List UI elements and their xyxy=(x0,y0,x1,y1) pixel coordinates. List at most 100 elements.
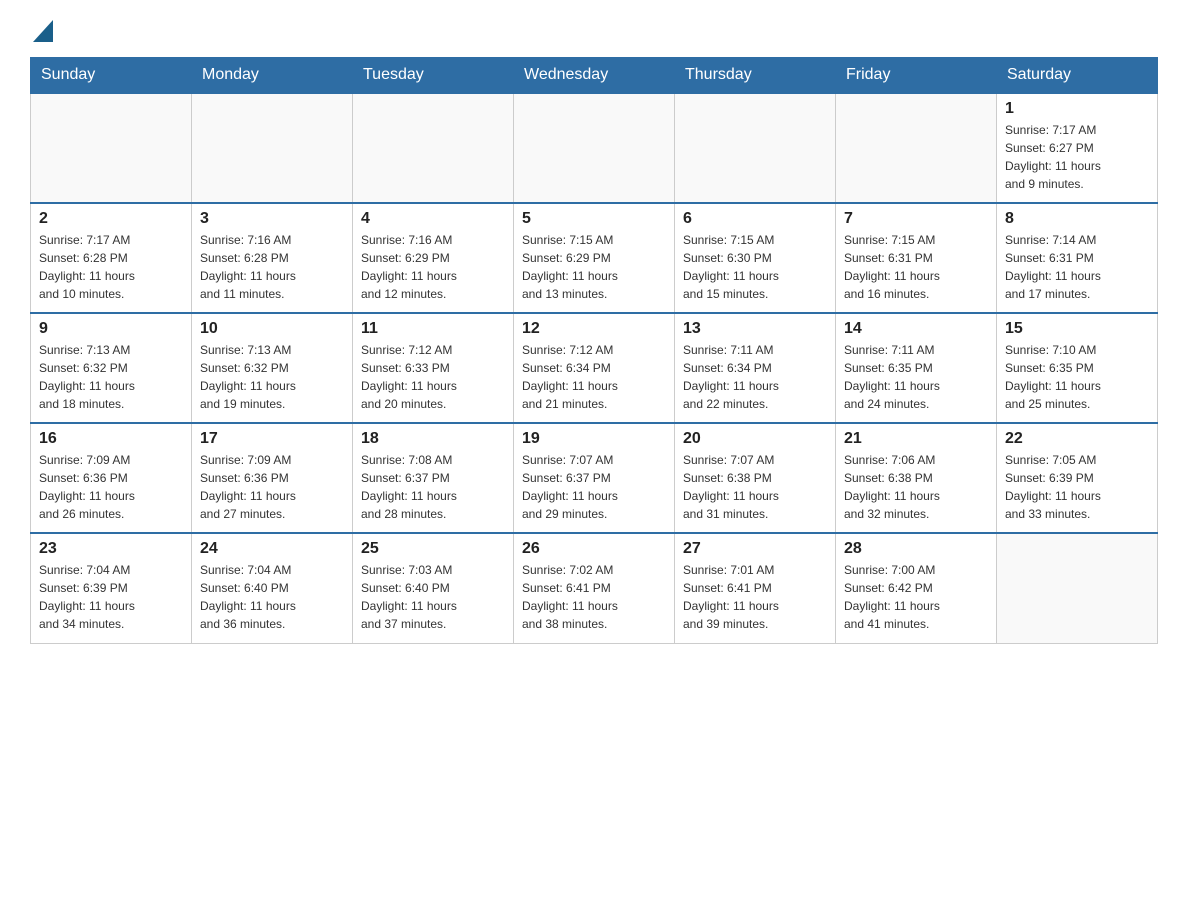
calendar-week-row: 23 Sunrise: 7:04 AM Sunset: 6:39 PM Dayli… xyxy=(31,533,1158,643)
day-info: Sunrise: 7:14 AM Sunset: 6:31 PM Dayligh… xyxy=(1005,231,1149,303)
calendar-cell xyxy=(192,93,353,203)
day-info: Sunrise: 7:03 AM Sunset: 6:40 PM Dayligh… xyxy=(361,561,505,633)
day-info: Sunrise: 7:13 AM Sunset: 6:32 PM Dayligh… xyxy=(39,341,183,413)
day-header-saturday: Saturday xyxy=(997,58,1158,94)
calendar-cell: 7 Sunrise: 7:15 AM Sunset: 6:31 PM Daylig… xyxy=(836,203,997,313)
calendar-cell: 23 Sunrise: 7:04 AM Sunset: 6:39 PM Dayli… xyxy=(31,533,192,643)
day-info: Sunrise: 7:04 AM Sunset: 6:40 PM Dayligh… xyxy=(200,561,344,633)
day-info: Sunrise: 7:17 AM Sunset: 6:27 PM Dayligh… xyxy=(1005,121,1149,193)
calendar-cell xyxy=(514,93,675,203)
day-info: Sunrise: 7:09 AM Sunset: 6:36 PM Dayligh… xyxy=(39,451,183,523)
calendar-cell: 17Sunrise: 7:09 AM Sunset: 6:36 PM Dayli… xyxy=(192,423,353,533)
calendar-cell: 25 Sunrise: 7:03 AM Sunset: 6:40 PM Dayli… xyxy=(353,533,514,643)
day-info: Sunrise: 7:12 AM Sunset: 6:33 PM Dayligh… xyxy=(361,341,505,413)
calendar-header-row: SundayMondayTuesdayWednesdayThursdayFrid… xyxy=(31,58,1158,94)
day-info: Sunrise: 7:13 AM Sunset: 6:32 PM Dayligh… xyxy=(200,341,344,413)
calendar-cell: 21 Sunrise: 7:06 AM Sunset: 6:38 PM Dayli… xyxy=(836,423,997,533)
calendar-cell: 24 Sunrise: 7:04 AM Sunset: 6:40 PM Dayli… xyxy=(192,533,353,643)
calendar-cell: 12 Sunrise: 7:12 AM Sunset: 6:34 PM Dayli… xyxy=(514,313,675,423)
calendar-week-row: 1 Sunrise: 7:17 AM Sunset: 6:27 PM Daylig… xyxy=(31,93,1158,203)
day-number: 21 xyxy=(844,430,988,448)
day-info: Sunrise: 7:04 AM Sunset: 6:39 PM Dayligh… xyxy=(39,561,183,633)
day-number: 26 xyxy=(522,540,666,558)
calendar-cell: 5 Sunrise: 7:15 AM Sunset: 6:29 PM Daylig… xyxy=(514,203,675,313)
calendar-cell: 11 Sunrise: 7:12 AM Sunset: 6:33 PM Dayli… xyxy=(353,313,514,423)
calendar-cell: 26 Sunrise: 7:02 AM Sunset: 6:41 PM Dayli… xyxy=(514,533,675,643)
calendar-cell: 9 Sunrise: 7:13 AM Sunset: 6:32 PM Daylig… xyxy=(31,313,192,423)
calendar-week-row: 2Sunrise: 7:17 AM Sunset: 6:28 PM Daylig… xyxy=(31,203,1158,313)
day-number: 15 xyxy=(1005,320,1149,338)
day-number: 8 xyxy=(1005,210,1149,228)
day-number: 18 xyxy=(361,430,505,448)
calendar-cell: 13 Sunrise: 7:11 AM Sunset: 6:34 PM Dayli… xyxy=(675,313,836,423)
calendar-cell: 18 Sunrise: 7:08 AM Sunset: 6:37 PM Dayli… xyxy=(353,423,514,533)
day-info: Sunrise: 7:06 AM Sunset: 6:38 PM Dayligh… xyxy=(844,451,988,523)
calendar-cell: 4 Sunrise: 7:16 AM Sunset: 6:29 PM Daylig… xyxy=(353,203,514,313)
calendar-cell: 20 Sunrise: 7:07 AM Sunset: 6:38 PM Dayli… xyxy=(675,423,836,533)
calendar-cell: 19 Sunrise: 7:07 AM Sunset: 6:37 PM Dayli… xyxy=(514,423,675,533)
day-info: Sunrise: 7:01 AM Sunset: 6:41 PM Dayligh… xyxy=(683,561,827,633)
calendar-week-row: 9 Sunrise: 7:13 AM Sunset: 6:32 PM Daylig… xyxy=(31,313,1158,423)
calendar-cell: 14 Sunrise: 7:11 AM Sunset: 6:35 PM Dayli… xyxy=(836,313,997,423)
day-number: 6 xyxy=(683,210,827,228)
day-info: Sunrise: 7:15 AM Sunset: 6:29 PM Dayligh… xyxy=(522,231,666,303)
logo xyxy=(30,20,53,47)
calendar-cell: 22 Sunrise: 7:05 AM Sunset: 6:39 PM Dayli… xyxy=(997,423,1158,533)
calendar-cell: 2Sunrise: 7:17 AM Sunset: 6:28 PM Daylig… xyxy=(31,203,192,313)
day-number: 13 xyxy=(683,320,827,338)
calendar-cell: 1 Sunrise: 7:17 AM Sunset: 6:27 PM Daylig… xyxy=(997,93,1158,203)
day-header-friday: Friday xyxy=(836,58,997,94)
day-number: 22 xyxy=(1005,430,1149,448)
day-info: Sunrise: 7:05 AM Sunset: 6:39 PM Dayligh… xyxy=(1005,451,1149,523)
day-number: 10 xyxy=(200,320,344,338)
calendar-cell: 6Sunrise: 7:15 AM Sunset: 6:30 PM Daylig… xyxy=(675,203,836,313)
day-header-wednesday: Wednesday xyxy=(514,58,675,94)
day-number: 19 xyxy=(522,430,666,448)
day-number: 1 xyxy=(1005,100,1149,118)
calendar-cell xyxy=(836,93,997,203)
day-info: Sunrise: 7:08 AM Sunset: 6:37 PM Dayligh… xyxy=(361,451,505,523)
page-header xyxy=(30,20,1158,47)
calendar-cell: 28Sunrise: 7:00 AM Sunset: 6:42 PM Dayli… xyxy=(836,533,997,643)
calendar-cell: 10 Sunrise: 7:13 AM Sunset: 6:32 PM Dayli… xyxy=(192,313,353,423)
day-info: Sunrise: 7:07 AM Sunset: 6:38 PM Dayligh… xyxy=(683,451,827,523)
calendar-table: SundayMondayTuesdayWednesdayThursdayFrid… xyxy=(30,57,1158,644)
day-number: 20 xyxy=(683,430,827,448)
calendar-cell: 15 Sunrise: 7:10 AM Sunset: 6:35 PM Dayli… xyxy=(997,313,1158,423)
day-header-thursday: Thursday xyxy=(675,58,836,94)
day-number: 4 xyxy=(361,210,505,228)
day-number: 9 xyxy=(39,320,183,338)
day-header-monday: Monday xyxy=(192,58,353,94)
calendar-cell xyxy=(353,93,514,203)
day-number: 17 xyxy=(200,430,344,448)
calendar-cell xyxy=(675,93,836,203)
calendar-cell: 27Sunrise: 7:01 AM Sunset: 6:41 PM Dayli… xyxy=(675,533,836,643)
day-number: 25 xyxy=(361,540,505,558)
day-header-tuesday: Tuesday xyxy=(353,58,514,94)
day-info: Sunrise: 7:11 AM Sunset: 6:35 PM Dayligh… xyxy=(844,341,988,413)
day-info: Sunrise: 7:12 AM Sunset: 6:34 PM Dayligh… xyxy=(522,341,666,413)
day-info: Sunrise: 7:07 AM Sunset: 6:37 PM Dayligh… xyxy=(522,451,666,523)
day-info: Sunrise: 7:16 AM Sunset: 6:29 PM Dayligh… xyxy=(361,231,505,303)
day-number: 12 xyxy=(522,320,666,338)
day-number: 7 xyxy=(844,210,988,228)
day-info: Sunrise: 7:11 AM Sunset: 6:34 PM Dayligh… xyxy=(683,341,827,413)
day-info: Sunrise: 7:15 AM Sunset: 6:31 PM Dayligh… xyxy=(844,231,988,303)
day-info: Sunrise: 7:10 AM Sunset: 6:35 PM Dayligh… xyxy=(1005,341,1149,413)
calendar-cell xyxy=(31,93,192,203)
day-number: 11 xyxy=(361,320,505,338)
calendar-cell: 16Sunrise: 7:09 AM Sunset: 6:36 PM Dayli… xyxy=(31,423,192,533)
day-number: 3 xyxy=(200,210,344,228)
day-info: Sunrise: 7:16 AM Sunset: 6:28 PM Dayligh… xyxy=(200,231,344,303)
day-info: Sunrise: 7:02 AM Sunset: 6:41 PM Dayligh… xyxy=(522,561,666,633)
day-number: 24 xyxy=(200,540,344,558)
day-number: 5 xyxy=(522,210,666,228)
calendar-cell: 8 Sunrise: 7:14 AM Sunset: 6:31 PM Daylig… xyxy=(997,203,1158,313)
day-header-sunday: Sunday xyxy=(31,58,192,94)
logo-triangle-icon xyxy=(33,20,53,42)
calendar-week-row: 16Sunrise: 7:09 AM Sunset: 6:36 PM Dayli… xyxy=(31,423,1158,533)
day-number: 23 xyxy=(39,540,183,558)
day-info: Sunrise: 7:00 AM Sunset: 6:42 PM Dayligh… xyxy=(844,561,988,633)
day-number: 14 xyxy=(844,320,988,338)
calendar-body: 1 Sunrise: 7:17 AM Sunset: 6:27 PM Daylig… xyxy=(31,93,1158,643)
